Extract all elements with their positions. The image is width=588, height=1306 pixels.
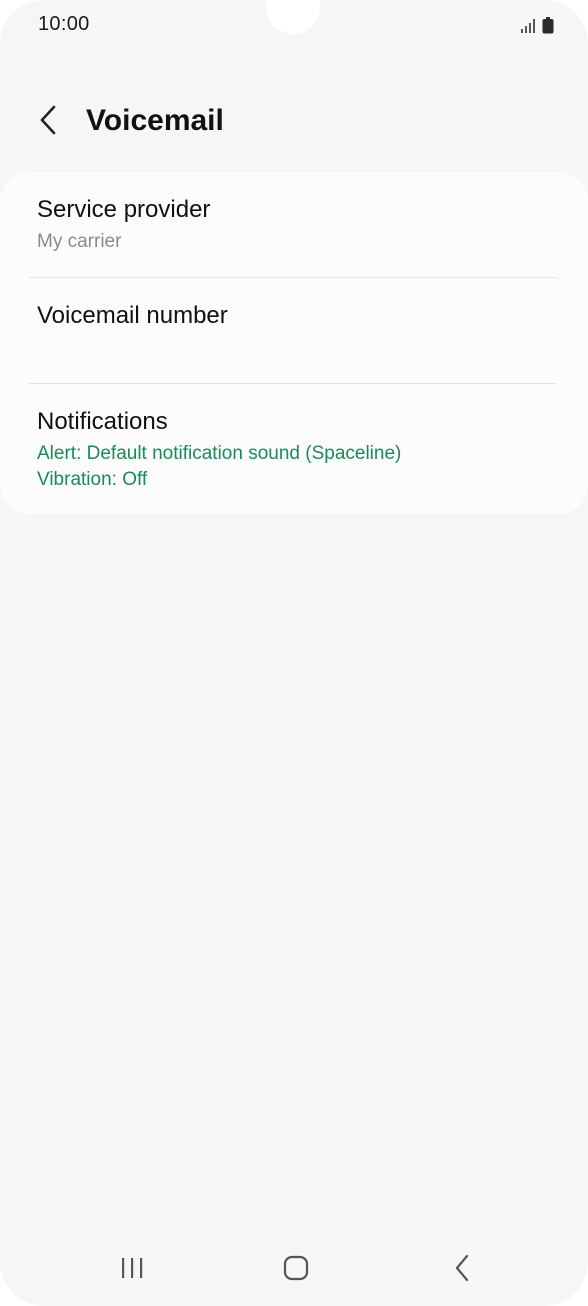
home-icon [283,1255,309,1286]
status-time: 10:00 [38,13,90,35]
camera-notch [266,0,320,34]
phone-screen: 10:00 Voicemail Service provider My carr… [0,0,588,1306]
navigation-bar [0,1240,588,1300]
notifications-item[interactable]: Notifications Alert: Default notificatio… [0,384,588,514]
page-title: Voicemail [86,104,224,137]
recent-apps-button[interactable] [107,1250,157,1290]
service-provider-title: Service provider [37,196,211,223]
settings-card: Service provider My carrier Voicemail nu… [0,172,588,514]
notifications-title: Notifications [37,408,168,435]
battery-icon [542,17,554,34]
status-icons [520,16,554,34]
recent-apps-icon [119,1256,145,1285]
voicemail-number-title: Voicemail number [37,302,228,329]
nav-back-button[interactable] [437,1250,487,1290]
voicemail-number-item[interactable]: Voicemail number [0,278,588,383]
back-icon [454,1254,470,1287]
notifications-alert: Alert: Default notification sound (Space… [37,443,402,464]
service-provider-value: My carrier [37,231,122,252]
service-provider-item[interactable]: Service provider My carrier [0,172,588,277]
chevron-left-icon [38,105,58,140]
signal-icon [520,18,536,34]
notifications-vibration: Vibration: Off [37,469,148,490]
app-header: Voicemail [0,92,588,152]
back-button[interactable] [26,100,70,144]
home-button[interactable] [271,1250,321,1290]
